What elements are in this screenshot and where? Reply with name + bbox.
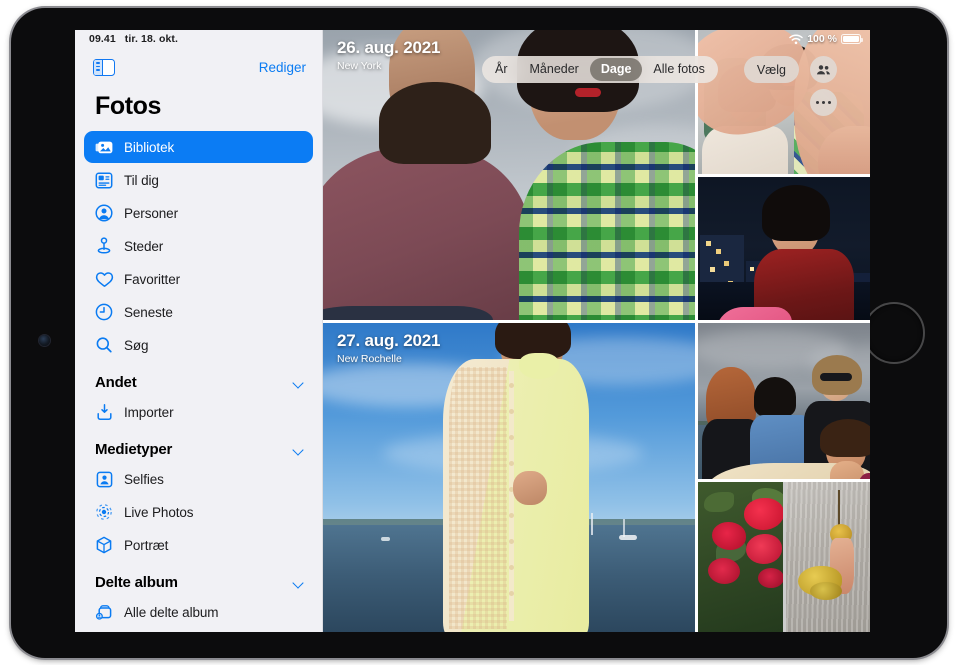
- status-bar-date: tir. 18. okt.: [125, 33, 178, 45]
- sidebar-section-header-medietyper[interactable]: Medietyper: [75, 429, 322, 463]
- section-title: Medietyper: [95, 441, 172, 458]
- people-group-icon: [816, 64, 831, 76]
- photo-group: 27. aug. 2021 New Rochelle: [323, 323, 870, 632]
- sidebar-item-label: Portræt: [124, 538, 168, 553]
- section-title: Delte album: [95, 574, 178, 591]
- person-icon: [93, 202, 115, 224]
- sidebar-section-list-andet: Importer: [75, 396, 322, 428]
- sidebar-section-header-andet[interactable]: Andet: [75, 362, 322, 396]
- people-group-button[interactable]: [810, 56, 837, 83]
- sidebar-item-portraet[interactable]: Portræt: [84, 529, 313, 561]
- photo-group-place: New York: [337, 60, 440, 72]
- photo-group-label: 26. aug. 2021 New York: [337, 38, 440, 72]
- time-scope-segmented-control[interactable]: År Måneder Dage Alle fotos: [482, 56, 718, 83]
- yellow-dress-waterfront-photo[interactable]: 27. aug. 2021 New Rochelle: [323, 323, 695, 632]
- chevron-down-icon[interactable]: [293, 444, 304, 455]
- more-options-button[interactable]: [810, 89, 837, 116]
- sidebar-item-personer[interactable]: Personer: [84, 197, 313, 229]
- sidebar: 09.41 tir. 18. okt. Rediger Fotos Biblio…: [75, 30, 323, 632]
- selfie-icon: [93, 468, 115, 490]
- select-button[interactable]: Vælg: [744, 56, 799, 83]
- import-icon: [93, 401, 115, 423]
- sidebar-item-label: Live Photos: [124, 505, 193, 520]
- sidebar-item-label: Bibliotek: [124, 140, 174, 155]
- status-bar-left: 09.41 tir. 18. okt.: [75, 30, 322, 48]
- sidebar-section-list-medietyper: Selfies Live Photos Portræt: [75, 463, 322, 561]
- friends-group-boat-photo[interactable]: [698, 323, 870, 479]
- sidebar-item-favoritter[interactable]: Favoritter: [84, 263, 313, 295]
- sidebar-item-live-photos[interactable]: Live Photos: [84, 496, 313, 528]
- map-pin-icon: [93, 235, 115, 257]
- night-city-portrait-photo[interactable]: [698, 177, 870, 321]
- for-you-icon: [93, 169, 115, 191]
- front-camera-icon: [39, 335, 50, 346]
- photo-group-side-column: [698, 323, 870, 632]
- sidebar-item-til-dig[interactable]: Til dig: [84, 164, 313, 196]
- status-bar-time: 09.41: [89, 33, 116, 45]
- segment-maaneder[interactable]: Måneder: [519, 58, 590, 81]
- sidebar-primary-list: Bibliotek Til dig Personer: [75, 131, 322, 361]
- page-title: Fotos: [75, 86, 322, 131]
- sidebar-item-label: Alle delte album: [124, 605, 218, 620]
- sidebar-item-alle-delte-album[interactable]: Alle delte album: [84, 596, 313, 628]
- sidebar-toggle-icon[interactable]: [93, 59, 115, 76]
- battery-percent-label: 100 %: [807, 33, 837, 45]
- segment-alle-fotos[interactable]: Alle fotos: [642, 58, 715, 81]
- sidebar-item-label: Seneste: [124, 305, 173, 320]
- sidebar-item-label: Selfies: [124, 472, 164, 487]
- photo-group-date: 26. aug. 2021: [337, 38, 440, 58]
- ellipsis-icon: [816, 101, 831, 104]
- sidebar-item-label: Søg: [124, 338, 148, 353]
- ipad-device: 09.41 tir. 18. okt. Rediger Fotos Biblio…: [11, 8, 947, 658]
- screen: 09.41 tir. 18. okt. Rediger Fotos Biblio…: [75, 30, 870, 632]
- sidebar-item-label: Favoritter: [124, 272, 180, 287]
- search-icon: [93, 334, 115, 356]
- clock-icon: [93, 301, 115, 323]
- shared-album-icon: [93, 601, 115, 623]
- sidebar-item-soeg[interactable]: Søg: [84, 329, 313, 361]
- chevron-down-icon[interactable]: [293, 577, 304, 588]
- sidebar-section-header-delte-album[interactable]: Delte album: [75, 562, 322, 596]
- hand-reaching-selfie-photo[interactable]: [698, 30, 870, 174]
- sidebar-item-bibliotek[interactable]: Bibliotek: [84, 131, 313, 163]
- vase-still-life-photo[interactable]: [786, 482, 871, 632]
- chevron-down-icon[interactable]: [293, 377, 304, 388]
- wifi-icon: [789, 34, 803, 45]
- red-flowers-photo[interactable]: [698, 482, 783, 632]
- photo-stack-icon: [93, 136, 115, 158]
- photo-group-label: 27. aug. 2021 New Rochelle: [337, 331, 440, 365]
- sidebar-item-nyt-delt-album[interactable]: Nyt delt album: [84, 629, 313, 632]
- photo-row: [698, 482, 870, 632]
- segment-aar[interactable]: År: [484, 58, 519, 81]
- photo-grid: 100 % År Måneder Dage Alle fotos Vælg: [323, 30, 870, 632]
- photo-group-date: 27. aug. 2021: [337, 331, 440, 351]
- sidebar-item-seneste[interactable]: Seneste: [84, 296, 313, 328]
- sidebar-topbar: Rediger: [75, 48, 322, 86]
- sidebar-section-list-delte-album: Alle delte album Nyt delt album: [75, 596, 322, 632]
- sidebar-item-label: Til dig: [124, 173, 159, 188]
- edit-button[interactable]: Rediger: [259, 60, 306, 75]
- sidebar-item-selfies[interactable]: Selfies: [84, 463, 313, 495]
- home-button[interactable]: [863, 302, 925, 364]
- photo-group-place: New Rochelle: [337, 353, 440, 365]
- sidebar-item-importer[interactable]: Importer: [84, 396, 313, 428]
- battery-icon: [841, 34, 861, 44]
- portrait-icon: [93, 534, 115, 556]
- sidebar-item-label: Steder: [124, 239, 163, 254]
- section-title: Andet: [95, 374, 137, 391]
- status-bar-right: 100 %: [789, 33, 861, 45]
- heart-icon: [93, 268, 115, 290]
- live-photo-icon: [93, 501, 115, 523]
- sidebar-item-steder[interactable]: Steder: [84, 230, 313, 262]
- sidebar-item-label: Personer: [124, 206, 178, 221]
- segment-dage[interactable]: Dage: [590, 58, 643, 81]
- sidebar-item-label: Importer: [124, 405, 173, 420]
